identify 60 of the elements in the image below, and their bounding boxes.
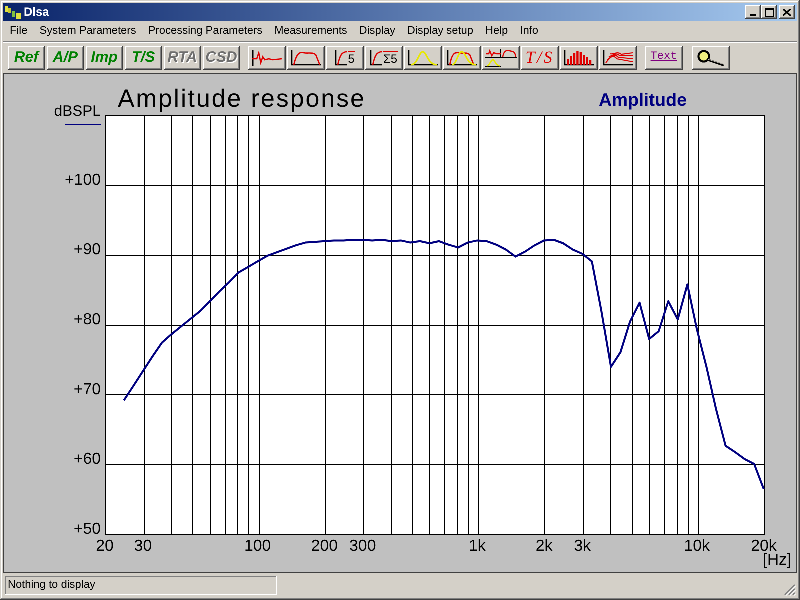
- tick-label: +60: [74, 451, 101, 468]
- curve-icon: [335, 50, 348, 66]
- split-graphs-icon: [485, 48, 517, 66]
- tick-label: 2k: [536, 538, 553, 555]
- curve-icon: [370, 50, 382, 66]
- minimize-button[interactable]: [745, 5, 761, 19]
- curve-icon: [291, 50, 321, 66]
- tick-label: +50: [74, 521, 101, 538]
- menu-item[interactable]: Measurements: [268, 26, 354, 37]
- tick-label: +70: [74, 381, 101, 398]
- bell-curve-icon: [408, 50, 438, 66]
- tick-label: 100: [244, 538, 272, 555]
- menu-item[interactable]: Display: [353, 26, 402, 37]
- bar-chart-icon: [564, 50, 594, 66]
- maximize-icon: [764, 8, 774, 16]
- close-button[interactable]: [779, 5, 795, 19]
- tick-label: 200: [311, 538, 338, 555]
- menu-item[interactable]: Info: [514, 26, 545, 37]
- tick-label: 20k: [751, 538, 777, 555]
- minimize-icon: [750, 14, 756, 16]
- maximize-button[interactable]: [761, 5, 777, 19]
- axis-label: dBSPL: [54, 103, 101, 120]
- tick-label: 300: [350, 538, 376, 555]
- tick-label: 3k: [574, 538, 591, 555]
- menu-item[interactable]: System Parameters: [34, 26, 142, 37]
- search-icon: [697, 50, 725, 66]
- tick-label: 20: [96, 538, 114, 555]
- tick-label: 1k: [469, 538, 486, 555]
- text-button[interactable]: Text: [645, 46, 683, 70]
- impulse-icon: [252, 50, 282, 66]
- axis-color-line: [64, 124, 102, 125]
- status-text: Nothing to display: [5, 576, 277, 594]
- view-button[interactable]: [443, 46, 481, 70]
- tick-label: 10k: [684, 538, 710, 555]
- app-logo-icon: [5, 6, 21, 18]
- view-button[interactable]: 5: [326, 46, 364, 70]
- view-button[interactable]: Σ5: [365, 46, 403, 70]
- legend-label: Amplitude: [599, 90, 687, 110]
- menu-item[interactable]: Display setup: [402, 26, 480, 37]
- menu-item[interactable]: File: [4, 26, 34, 37]
- chart-title: Amplitude response: [118, 85, 366, 113]
- zoom-button[interactable]: [692, 46, 730, 70]
- tick-label: +100: [64, 172, 101, 189]
- tick-label: +90: [74, 242, 101, 259]
- menu-item[interactable]: Processing Parameters: [142, 26, 269, 37]
- window-title: Dlsa: [24, 6, 50, 18]
- view-button[interactable]: [248, 46, 286, 70]
- resize-grip-icon: [784, 584, 796, 596]
- close-icon: [783, 8, 791, 16]
- bell-curves-icon: [447, 50, 477, 66]
- waterfall-icon: [603, 50, 633, 66]
- view-button[interactable]: [287, 46, 325, 70]
- tick-label: +80: [74, 312, 101, 328]
- tick-label: 30: [134, 538, 152, 555]
- view-button[interactable]: [482, 46, 520, 70]
- view-button[interactable]: [560, 46, 598, 70]
- menu-item[interactable]: Help: [480, 26, 514, 37]
- axis-label: [Hz]: [763, 552, 792, 569]
- view-button[interactable]: [599, 46, 637, 70]
- view-button[interactable]: [404, 46, 442, 70]
